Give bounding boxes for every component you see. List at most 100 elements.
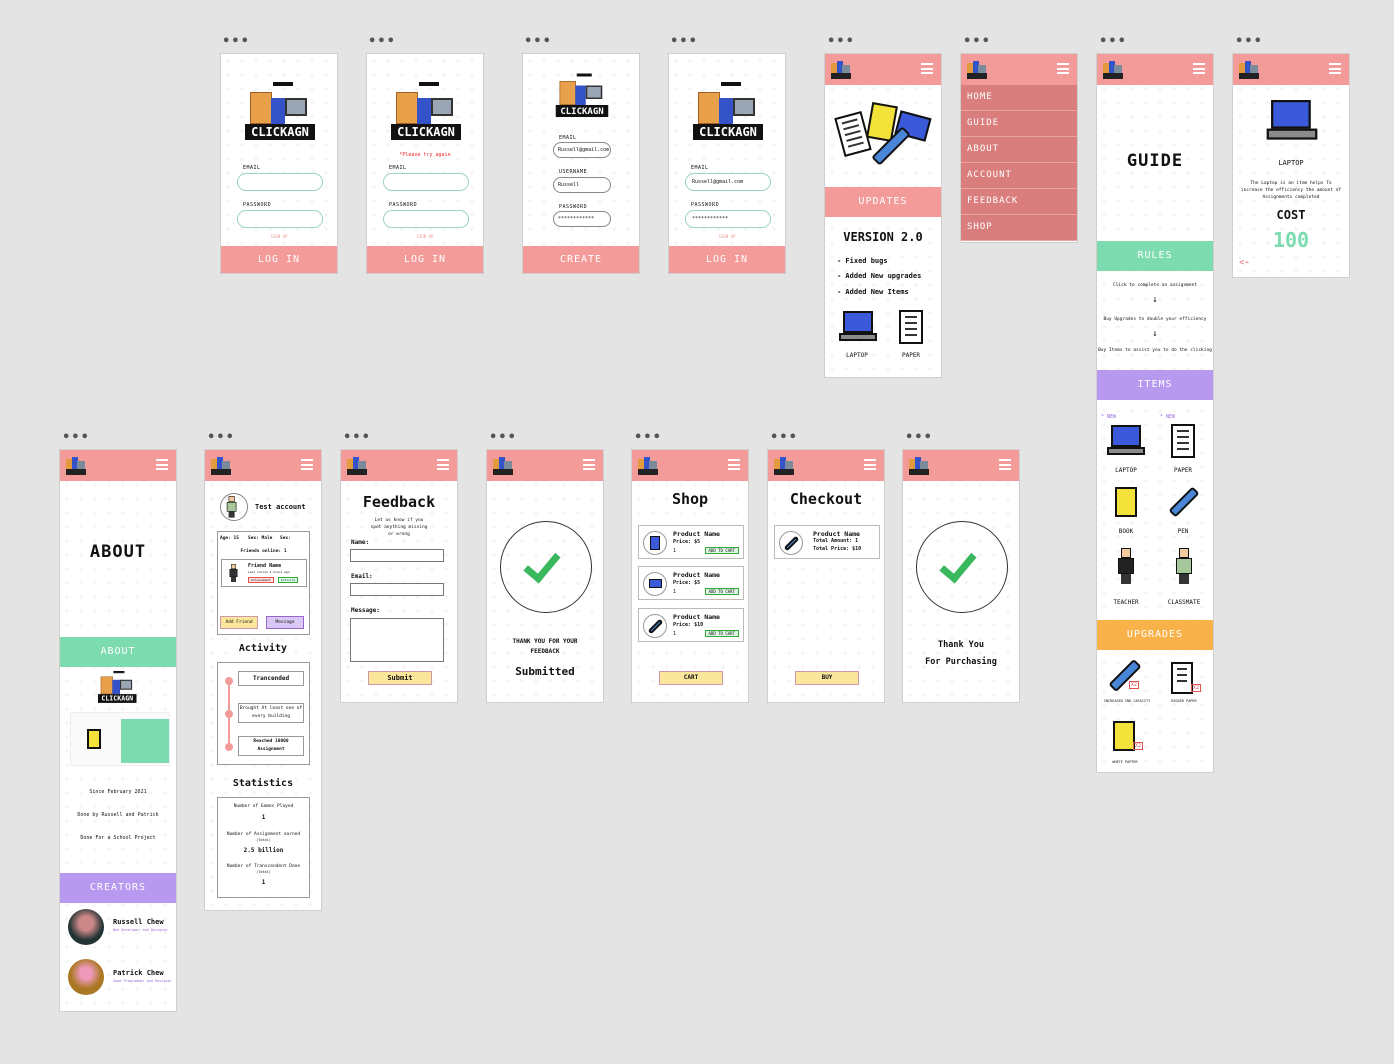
- frame-options-icon[interactable]: •••: [1099, 35, 1127, 48]
- quantity-stepper[interactable]: 1: [673, 589, 676, 595]
- product-card[interactable]: Product Name Price: $5 1 ADD TO CART: [638, 566, 744, 600]
- frame-options-icon[interactable]: •••: [670, 35, 698, 48]
- username-field[interactable]: Russell: [553, 177, 611, 193]
- add-friend-button[interactable]: Add Friend: [220, 616, 258, 629]
- password-field[interactable]: [383, 210, 469, 228]
- hamburger-menu-icon[interactable]: [1193, 63, 1205, 74]
- product-card[interactable]: Product Name Price: $10 1 ADD TO CART: [638, 608, 744, 642]
- back-arrow-icon[interactable]: <-: [1239, 258, 1250, 268]
- cart-button[interactable]: CART: [659, 671, 723, 685]
- signup-link[interactable]: SIGN UP: [221, 234, 337, 239]
- frame-options-icon[interactable]: •••: [489, 431, 517, 444]
- password-field[interactable]: [237, 210, 323, 228]
- hamburger-menu-icon[interactable]: [1329, 63, 1341, 74]
- product-price: Price: $5: [673, 539, 701, 545]
- logo-icon[interactable]: [1103, 58, 1123, 80]
- hamburger-menu-icon[interactable]: [864, 459, 876, 470]
- frame-options-icon[interactable]: •••: [62, 431, 90, 444]
- login-button[interactable]: LOG IN: [221, 246, 337, 273]
- activity-panel: Trancended Brought At least one of every…: [217, 662, 310, 765]
- achievement-tag[interactable]: Achievement: [248, 577, 274, 583]
- frame-options-icon[interactable]: •••: [905, 431, 933, 444]
- password-label: PASSWORD: [389, 202, 418, 208]
- password-field[interactable]: ************: [685, 210, 771, 228]
- frame-options-icon[interactable]: •••: [524, 35, 552, 48]
- add-to-cart-button[interactable]: ADD TO CART: [704, 630, 739, 637]
- paper-upgrade-icon[interactable]: [1171, 662, 1193, 694]
- submit-button[interactable]: Submit: [368, 671, 432, 685]
- logo-icon[interactable]: [493, 454, 513, 476]
- email-field[interactable]: [383, 173, 469, 191]
- quantity-stepper[interactable]: 1: [673, 548, 676, 554]
- frame-options-icon[interactable]: •••: [222, 35, 250, 48]
- name-input[interactable]: [350, 549, 444, 562]
- add-to-cart-button[interactable]: ADD TO CART: [704, 547, 739, 554]
- email-label: EMAIL: [389, 165, 407, 171]
- signup-link[interactable]: SIGN UP: [669, 234, 785, 239]
- product-price: Price: $5: [673, 580, 701, 586]
- message-button[interactable]: Message: [266, 616, 304, 629]
- frame-options-icon[interactable]: •••: [368, 35, 396, 48]
- paper-icon[interactable]: [899, 310, 923, 344]
- menu-item-guide[interactable]: GUIDE: [961, 111, 1077, 137]
- hamburger-menu-icon[interactable]: [437, 459, 449, 470]
- frame-options-icon[interactable]: •••: [207, 431, 235, 444]
- hamburger-menu-icon[interactable]: [156, 459, 168, 470]
- frame-options-icon[interactable]: •••: [634, 431, 662, 444]
- hamburger-menu-icon[interactable]: [728, 459, 740, 470]
- frame-options-icon[interactable]: •••: [1235, 35, 1263, 48]
- logo-icon[interactable]: [347, 454, 367, 476]
- teacher-icon[interactable]: [1115, 548, 1137, 586]
- menu-item-shop[interactable]: SHOP: [961, 215, 1077, 241]
- top-bar: [1233, 54, 1349, 85]
- hamburger-menu-icon[interactable]: [921, 63, 933, 74]
- hamburger-menu-icon[interactable]: [583, 459, 595, 470]
- checkmark-icon: [500, 521, 592, 613]
- menu-item-home[interactable]: HOME: [961, 85, 1077, 111]
- logo-icon[interactable]: [774, 454, 794, 476]
- activity-tag[interactable]: Activity: [278, 577, 299, 583]
- rules-header: RULES: [1097, 241, 1213, 271]
- quantity-stepper[interactable]: 1: [673, 631, 676, 637]
- email-input[interactable]: [350, 583, 444, 596]
- create-button[interactable]: CREATE: [523, 246, 639, 273]
- frame-options-icon[interactable]: •••: [343, 431, 371, 444]
- password-field[interactable]: ************: [553, 211, 611, 227]
- logo-icon[interactable]: [211, 454, 231, 476]
- items-illustration-icon[interactable]: [834, 102, 932, 166]
- book-upgrade-icon[interactable]: [1113, 721, 1135, 751]
- frame-options-icon[interactable]: •••: [827, 35, 855, 48]
- login-button[interactable]: LOG IN: [669, 246, 785, 273]
- logo-icon[interactable]: [1239, 58, 1259, 80]
- classmate-icon[interactable]: [1173, 548, 1195, 586]
- app-logo: CLICKAGN: [98, 671, 137, 704]
- hamburger-menu-icon[interactable]: [301, 459, 313, 470]
- logo-icon[interactable]: [66, 454, 86, 476]
- product-card[interactable]: Product Name Price: $5 1 ADD TO CART: [638, 525, 744, 559]
- email-field[interactable]: [237, 173, 323, 191]
- frame-options-icon[interactable]: •••: [963, 35, 991, 48]
- friend-card[interactable]: Friend Name Last online 4 hours ago Achi…: [221, 559, 307, 587]
- email-field[interactable]: Russell@gmail.com: [553, 142, 611, 158]
- hamburger-menu-icon[interactable]: [1057, 63, 1069, 74]
- menu-item-account[interactable]: ACCOUNT: [961, 163, 1077, 189]
- frame-options-icon[interactable]: •••: [770, 431, 798, 444]
- signup-link[interactable]: SIGN UP: [367, 234, 483, 239]
- email-field[interactable]: Russell@gmail.com: [685, 173, 771, 191]
- book-icon[interactable]: [1115, 487, 1137, 517]
- hamburger-menu-icon[interactable]: [999, 459, 1011, 470]
- buy-button[interactable]: BUY: [795, 671, 859, 685]
- menu-item-about[interactable]: ABOUT: [961, 137, 1077, 163]
- laptop-icon[interactable]: [839, 311, 877, 343]
- message-textarea[interactable]: [350, 618, 444, 662]
- login-button[interactable]: LOG IN: [367, 246, 483, 273]
- logo-icon[interactable]: [909, 454, 929, 476]
- laptop-icon[interactable]: [1107, 425, 1145, 457]
- add-to-cart-button[interactable]: ADD TO CART: [704, 588, 739, 595]
- paper-icon[interactable]: [1171, 424, 1195, 458]
- menu-item-feedback[interactable]: FEEDBACK: [961, 189, 1077, 215]
- upgrade-label: BIGGER PAPER: [1171, 699, 1197, 703]
- logo-icon[interactable]: [831, 58, 851, 80]
- logo-icon[interactable]: [638, 454, 658, 476]
- logo-icon[interactable]: [967, 58, 987, 80]
